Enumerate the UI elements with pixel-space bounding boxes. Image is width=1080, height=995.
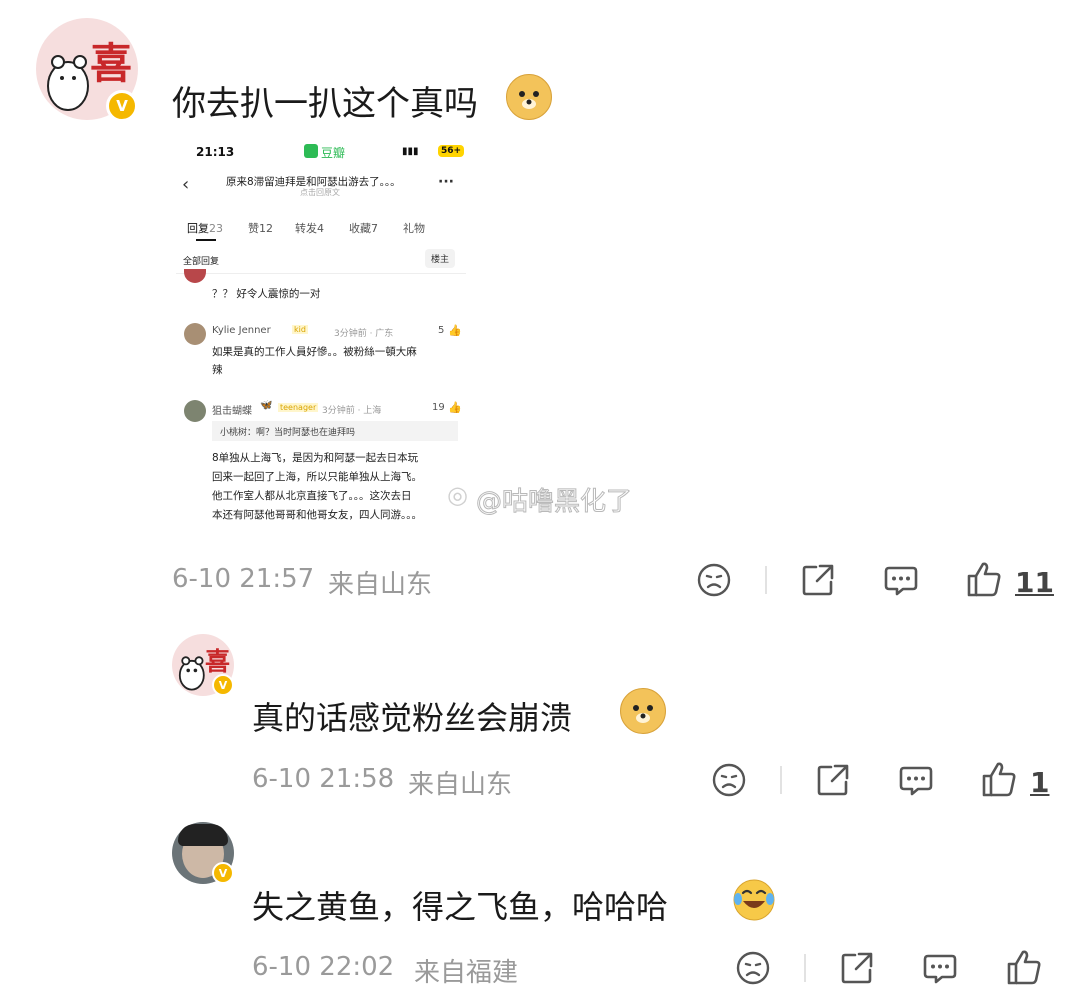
like-count[interactable]: 11	[1015, 566, 1054, 599]
signal-icon: ▮▮▮	[402, 146, 419, 157]
tab-likes[interactable]: 赞12	[248, 220, 273, 236]
reply-text: 8单独从上海飞，是因为和阿瑟一起去日本玩	[212, 452, 419, 464]
post-subtitle[interactable]: 点击回原文	[300, 187, 340, 198]
reply-text: 回来一起回了上海，所以只能单独从上海飞。	[212, 471, 422, 483]
reply-text: 他工作室人都从北京直接飞了。。。这次去日	[212, 490, 412, 502]
tab-collect[interactable]: 收藏7	[349, 220, 378, 236]
verified-badge-icon: V	[212, 674, 234, 696]
comment-text: 你去扒一扒这个真吗	[172, 84, 478, 124]
comment-icon[interactable]	[922, 950, 958, 986]
divider	[176, 273, 466, 274]
laugh-cry-emoji	[733, 879, 775, 921]
avatar-hair	[178, 824, 228, 846]
comment-location: 来自福建	[414, 958, 519, 988]
reply-likes[interactable]: 5	[438, 325, 444, 336]
app-name: 豆瓣	[321, 146, 346, 160]
doge-face-icon	[633, 705, 653, 723]
avatar-char: 喜	[90, 39, 133, 88]
embedded-screenshot[interactable]: 21:13 豆瓣 ▮▮▮ 56+ ‹ 原来8滞留迪拜是和阿瑟出游去了。。。 点击…	[176, 132, 466, 527]
divider	[765, 566, 767, 594]
battery-badge: 56+	[438, 145, 465, 157]
comment-icon[interactable]	[898, 762, 934, 798]
avatar[interactable]: 喜 V	[172, 634, 234, 696]
douban-logo	[304, 144, 318, 158]
dislike-face-icon[interactable]	[735, 950, 771, 986]
dislike-face-icon[interactable]	[696, 562, 732, 598]
reply-text: ？？ 好令人震惊的一对	[212, 288, 321, 300]
tab-label: 赞	[248, 222, 259, 235]
comment-date: 6-10 22:02	[252, 952, 395, 982]
weibo-logo-watermark-icon: ◎	[447, 481, 468, 509]
reply-text: 本还有阿瑟他哥哥和他哥女友，四人同游。。。	[212, 509, 422, 521]
status-time: 21:13	[196, 145, 235, 159]
avatar[interactable]: 喜 V	[36, 18, 138, 122]
share-icon[interactable]	[815, 762, 851, 798]
avatar-char: 喜	[205, 647, 231, 676]
more-icon[interactable]: ···	[438, 174, 454, 190]
tab-count: 12	[259, 222, 273, 235]
reply-avatar	[184, 269, 206, 283]
tab-gifts[interactable]: 礼物	[403, 220, 425, 236]
tab-label: 礼物	[403, 222, 425, 235]
avatar[interactable]: V	[172, 822, 234, 884]
reply-text: 辣	[212, 364, 223, 376]
comment-text: 真的话感觉粉丝会崩溃	[252, 699, 573, 737]
tab-reposts[interactable]: 转发4	[295, 220, 324, 236]
like-icon[interactable]	[966, 560, 1002, 598]
doge-emoji	[506, 74, 552, 120]
butterfly-icon: 🦋	[260, 400, 273, 411]
watermark: @咕噜黑化了	[475, 487, 633, 518]
thumb-up-icon[interactable]: 👍	[448, 324, 462, 337]
user-tag: kid	[292, 325, 308, 334]
comment-icon[interactable]	[883, 562, 919, 598]
all-replies-label: 全部回复	[183, 257, 220, 267]
comment-text: 失之黄鱼，得之飞鱼，哈哈哈	[252, 888, 669, 926]
like-icon[interactable]	[981, 760, 1017, 798]
thumb-up-icon[interactable]: 👍	[448, 401, 462, 414]
dislike-face-icon[interactable]	[711, 762, 747, 798]
quoted-reply-text: 小桃树：啊？当时阿瑟也在迪拜吗	[220, 428, 356, 438]
doge-emoji	[620, 688, 666, 734]
owner-tag[interactable]: 楼主	[425, 249, 456, 268]
like-icon[interactable]	[1006, 948, 1042, 986]
reply-avatar	[184, 400, 206, 422]
verified-badge-icon: V	[106, 90, 138, 122]
comment-date: 6-10 21:58	[252, 764, 395, 794]
share-icon[interactable]	[839, 950, 875, 986]
reply-likes[interactable]: 19	[432, 402, 445, 413]
share-icon[interactable]	[800, 562, 836, 598]
reply-text: 如果是真的工作人員好慘。。被粉絲一頓大麻	[212, 346, 417, 358]
tab-reply[interactable]: 回复23	[187, 220, 223, 236]
tab-count: 7	[371, 222, 378, 235]
reply-meta: 3分钟前 · 上海	[322, 406, 382, 416]
tab-count: 4	[317, 222, 324, 235]
reply-user[interactable]: 狙击蝴蝶	[212, 402, 252, 417]
tab-label: 转发	[295, 222, 317, 235]
reply-user[interactable]: Kylie Jenner	[212, 325, 271, 336]
comment-date: 6-10 21:57	[172, 564, 315, 594]
comment-location: 来自山东	[408, 770, 513, 800]
tab-label: 收藏	[349, 222, 371, 235]
doge-face-icon	[519, 91, 539, 109]
like-count[interactable]: 1	[1030, 766, 1049, 799]
tab-underline	[196, 239, 216, 241]
verified-badge-icon: V	[212, 862, 234, 884]
reply-avatar	[184, 323, 206, 345]
user-tag: teenager	[278, 403, 319, 412]
divider	[804, 954, 806, 982]
back-arrow-icon[interactable]: ‹	[182, 174, 189, 195]
comment-location: 来自山东	[328, 570, 433, 600]
reply-meta: 3分钟前 · 广东	[334, 329, 394, 339]
tab-label: 回复	[187, 222, 209, 235]
divider	[780, 766, 782, 794]
tab-count: 23	[209, 222, 223, 235]
